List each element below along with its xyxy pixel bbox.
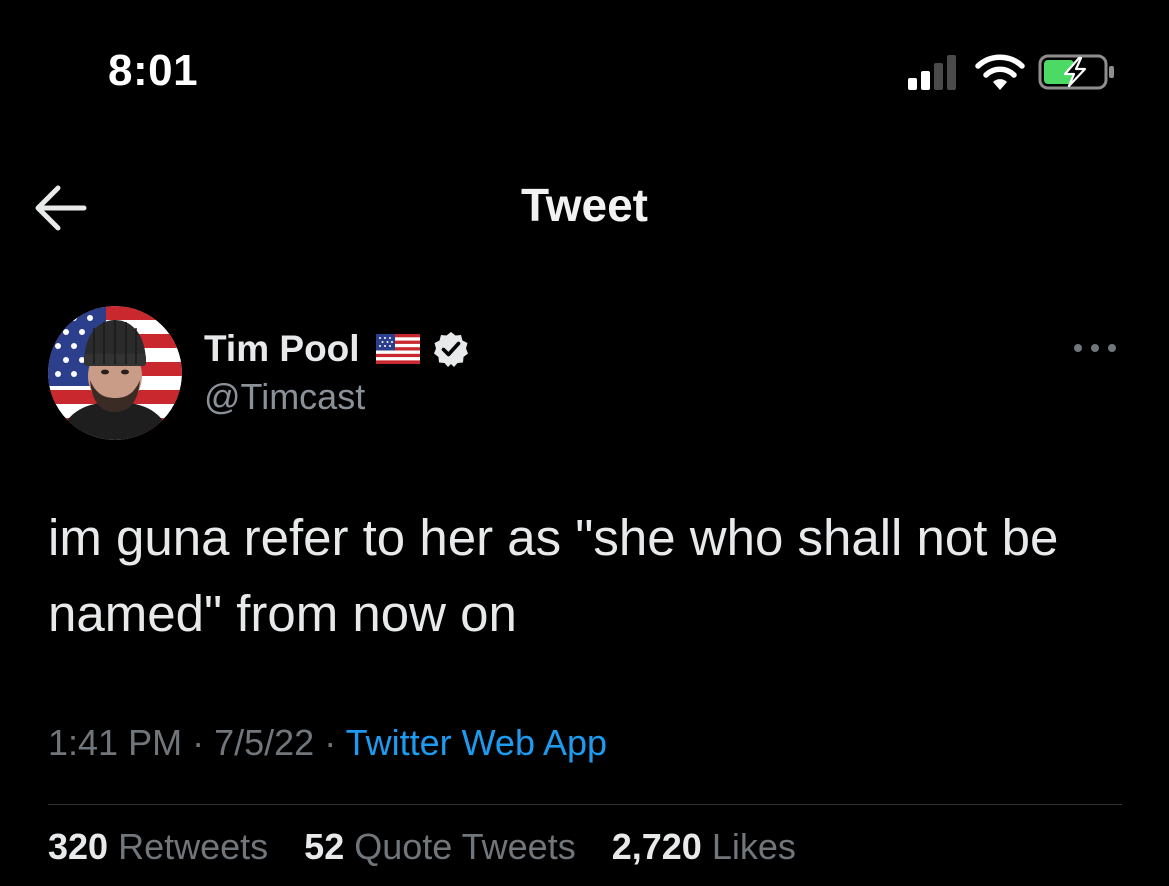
like-count: 2,720 [611, 826, 702, 867]
meta-separator: · [324, 722, 337, 763]
quote-label: Quote Tweets [354, 826, 576, 867]
tweet-meta: 1:41 PM · 7/5/22 · Twitter Web App [48, 722, 607, 764]
more-horizontal-icon[interactable] [1070, 336, 1120, 360]
meta-separator: · [192, 722, 205, 763]
tweet-time[interactable]: 1:41 PM [48, 722, 182, 763]
status-time: 8:01 [108, 46, 199, 95]
signal-icon [908, 55, 956, 90]
author-name[interactable]: Tim Pool [204, 328, 360, 370]
like-label: Likes [711, 826, 796, 867]
nav-header: Tweet [0, 150, 1169, 264]
stats-row: 320 Retweets 52 Quote Tweets 2,720 Likes [48, 826, 832, 886]
tweet-date[interactable]: 7/5/22 [214, 722, 314, 763]
tweet-text: im guna refer to her as "she who shall n… [48, 509, 1059, 642]
verified-badge-icon [433, 332, 468, 367]
stat-quote-tweets[interactable]: 52 Quote Tweets [304, 826, 576, 867]
battery-charging-icon [1038, 54, 1114, 90]
author-handle[interactable]: @Timcast [204, 376, 365, 418]
status-bar: 8:01 [0, 0, 1169, 140]
tweet-source-link[interactable]: Twitter Web App [346, 722, 607, 763]
arrow-left-icon[interactable] [28, 178, 94, 238]
quote-count: 52 [304, 826, 345, 867]
retweet-count: 320 [48, 826, 109, 867]
avatar[interactable] [48, 306, 182, 440]
wifi-icon [975, 54, 1025, 90]
divider [48, 804, 1122, 805]
stat-retweets[interactable]: 320 Retweets [48, 826, 268, 867]
author-name-row[interactable]: Tim Pool [204, 324, 470, 374]
us-flag-icon [375, 334, 420, 364]
page-title: Tweet [521, 179, 648, 231]
retweet-label: Retweets [118, 826, 269, 867]
stat-likes[interactable]: 2,720 Likes [612, 826, 796, 867]
